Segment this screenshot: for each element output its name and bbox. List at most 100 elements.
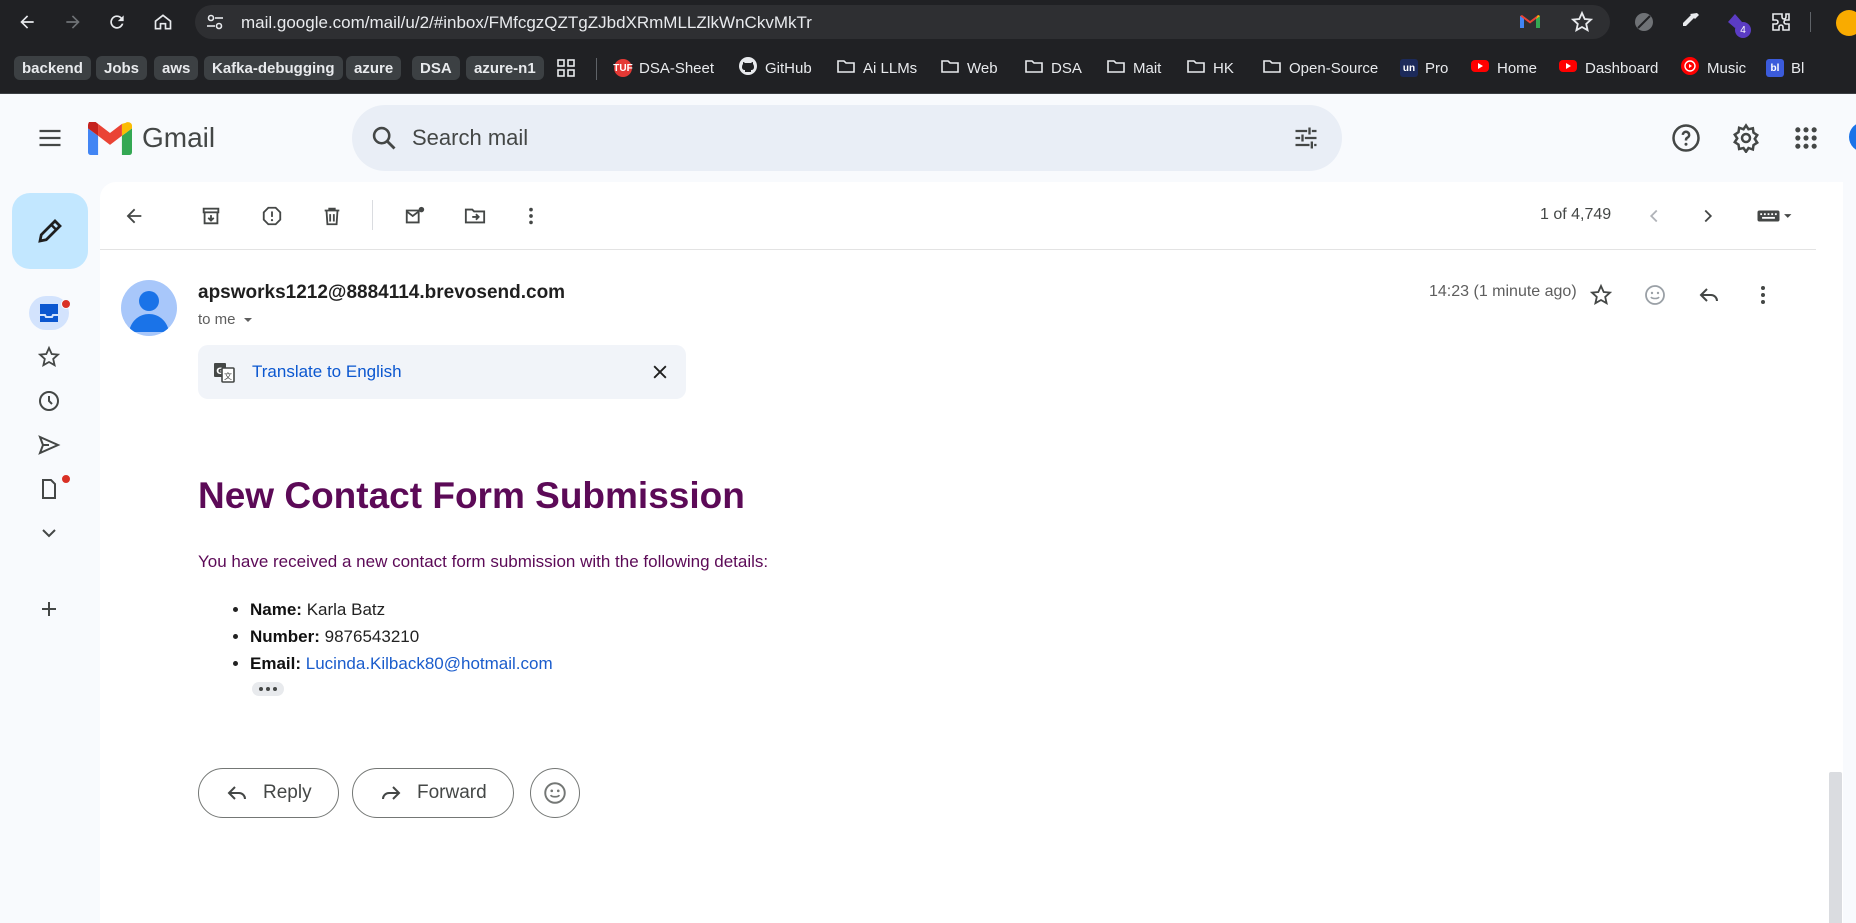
- bookmark-jobs[interactable]: Jobs: [96, 56, 148, 80]
- sender-address[interactable]: apsworks1212@8884114.brevosend.com: [198, 282, 565, 304]
- detail-email-link[interactable]: Lucinda.Kilback80@hotmail.com: [306, 654, 553, 673]
- inbox-icon: [40, 304, 58, 322]
- bookmark-dashboard[interactable]: Dashboard: [1558, 56, 1658, 80]
- inbox-unread-dot: [61, 299, 71, 309]
- gmail-logo[interactable]: Gmail: [88, 120, 215, 156]
- mark-unread-icon[interactable]: [397, 198, 433, 234]
- message-panel: 1 of 4,749 apsworks1212@8884114.brevosen…: [100, 182, 1843, 923]
- bookmark-mait[interactable]: Mait: [1106, 56, 1161, 80]
- archive-icon[interactable]: [193, 198, 229, 234]
- url-text[interactable]: mail.google.com/mail/u/2/#inbox/FMfcgzQZ…: [241, 13, 812, 33]
- snoozed-nav-item[interactable]: [29, 384, 69, 418]
- report-spam-icon[interactable]: [254, 198, 290, 234]
- youtube-icon: [1558, 56, 1578, 80]
- bookmark-home[interactable]: Home: [1470, 56, 1537, 80]
- folder-icon: [1262, 56, 1282, 80]
- emoji-reaction-button[interactable]: [530, 768, 580, 818]
- un-icon: un: [1400, 59, 1418, 77]
- forward-arrow-icon: [382, 786, 401, 800]
- google-apps-icon[interactable]: [1786, 118, 1826, 158]
- bookmark-open-source[interactable]: Open-Source: [1262, 56, 1378, 80]
- tuf-icon: TUF: [613, 59, 633, 77]
- svg-text:文: 文: [224, 371, 232, 381]
- bookmark-backend[interactable]: backend: [14, 56, 91, 80]
- star-message-icon[interactable]: [1584, 278, 1618, 312]
- recipient-details-toggle[interactable]: to me: [198, 311, 254, 328]
- more-nav-item[interactable]: [29, 516, 69, 550]
- detail-key: Number:: [250, 627, 320, 646]
- bookmark-pro[interactable]: un Pro: [1400, 56, 1448, 80]
- extension-badge-icon[interactable]: 4: [1723, 10, 1751, 38]
- translate-link[interactable]: Translate to English: [252, 362, 402, 382]
- search-bar[interactable]: [352, 105, 1342, 171]
- sent-nav-item[interactable]: [29, 428, 69, 462]
- starred-nav-item[interactable]: [29, 340, 69, 374]
- older-chevron-right-icon[interactable]: [1690, 198, 1726, 234]
- folder-icon: [836, 56, 856, 80]
- back-icon[interactable]: [14, 9, 40, 35]
- show-trimmed-content-button[interactable]: [252, 682, 284, 696]
- bookmark-dsa[interactable]: DSA: [412, 56, 460, 80]
- search-icon[interactable]: [370, 124, 398, 152]
- move-to-icon[interactable]: [457, 198, 493, 234]
- sender-avatar[interactable]: [121, 280, 177, 336]
- blocked-extension-icon[interactable]: [1632, 10, 1656, 34]
- bookmark-dsa-sheet[interactable]: TUF DSA-Sheet: [613, 56, 714, 80]
- main-menu-icon[interactable]: [30, 118, 70, 158]
- bookmark-ai-llms[interactable]: Ai LLMs: [836, 56, 917, 80]
- toolbar-divider: [372, 200, 373, 230]
- email-heading: New Contact Form Submission: [198, 475, 745, 516]
- search-options-icon[interactable]: [1292, 124, 1320, 152]
- folder-icon: [940, 56, 960, 80]
- bookmark-aws[interactable]: aws: [154, 56, 199, 80]
- scrollbar-thumb[interactable]: [1829, 772, 1842, 923]
- star-icon: [37, 345, 61, 367]
- extensions-puzzle-icon[interactable]: [1769, 10, 1793, 34]
- bookmark-bl[interactable]: bl Bl: [1766, 56, 1804, 80]
- drafts-unread-dot: [61, 474, 71, 484]
- bookmark-hk[interactable]: HK: [1186, 56, 1234, 80]
- delete-trash-icon[interactable]: [314, 198, 350, 234]
- more-options-icon[interactable]: [513, 198, 549, 234]
- compose-button[interactable]: [12, 193, 88, 269]
- bookmark-azure-n1[interactable]: azure-n1: [466, 56, 544, 80]
- profile-avatar[interactable]: [1836, 10, 1856, 36]
- submission-details-list: Name: Karla Batz Number: 9876543210 Emai…: [230, 596, 553, 677]
- apps-grid-icon[interactable]: [556, 56, 576, 80]
- reply-icon[interactable]: [1692, 278, 1726, 312]
- forward-nav-icon[interactable]: [60, 9, 86, 35]
- address-bar[interactable]: mail.google.com/mail/u/2/#inbox/FMfcgzQZ…: [195, 5, 1610, 39]
- bookmark-azure[interactable]: azure: [346, 56, 402, 80]
- close-icon[interactable]: [648, 360, 672, 384]
- message-toolbar: 1 of 4,749: [100, 182, 1816, 250]
- bookmark-star-icon[interactable]: [1570, 10, 1594, 34]
- plus-icon: [42, 602, 56, 616]
- account-avatar[interactable]: [1849, 122, 1856, 152]
- input-tools-keyboard-icon[interactable]: [1744, 198, 1804, 234]
- help-icon[interactable]: [1666, 118, 1706, 158]
- bookmark-github[interactable]: GitHub: [738, 56, 812, 80]
- forward-button[interactable]: Forward: [352, 768, 514, 818]
- settings-gear-icon[interactable]: [1726, 118, 1766, 158]
- bookmark-kafka-debugging[interactable]: Kafka-debugging: [204, 56, 343, 80]
- bookmark-music[interactable]: Music: [1680, 56, 1746, 80]
- translate-icon: G文: [214, 363, 235, 383]
- site-info-icon[interactable]: [205, 12, 225, 32]
- add-reaction-icon[interactable]: [1638, 278, 1672, 312]
- back-to-inbox-icon[interactable]: [116, 198, 152, 234]
- home-icon[interactable]: [150, 9, 176, 35]
- folder-icon: [1024, 56, 1044, 80]
- detail-email-item: Email: Lucinda.Kilback80@hotmail.com: [250, 650, 553, 677]
- message-more-icon[interactable]: [1746, 278, 1780, 312]
- reload-icon[interactable]: [104, 9, 130, 35]
- search-input[interactable]: [412, 123, 1212, 153]
- chevron-down-icon: [42, 529, 56, 538]
- eyedropper-extension-icon[interactable]: [1678, 10, 1702, 34]
- folder-icon: [1106, 56, 1126, 80]
- create-label-button[interactable]: [29, 592, 69, 626]
- bookmark-web[interactable]: Web: [940, 56, 998, 80]
- bookmark-dsa-folder[interactable]: DSA: [1024, 56, 1082, 80]
- newer-chevron-left-icon[interactable]: [1636, 198, 1672, 234]
- reply-button[interactable]: Reply: [198, 768, 339, 818]
- translate-banner: G文 Translate to English: [198, 345, 686, 399]
